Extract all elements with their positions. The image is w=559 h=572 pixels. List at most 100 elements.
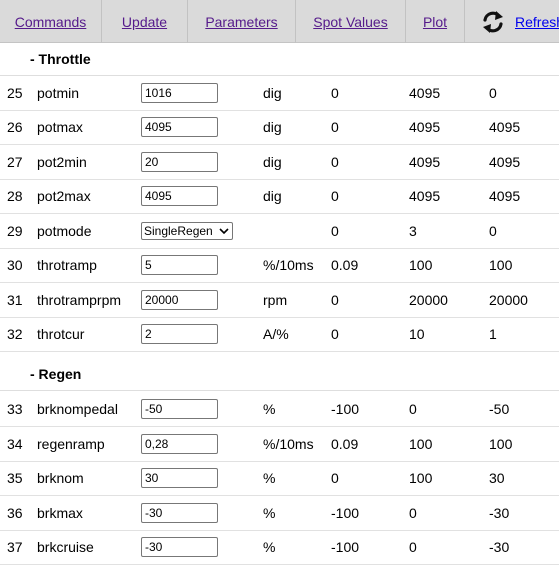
param-max: 0 (409, 401, 417, 417)
table-row: 34 regenramp %/10ms 0.09 100 100 (0, 427, 559, 462)
param-unit: A/% (263, 326, 289, 342)
param-unit: % (263, 470, 276, 486)
param-value-cell (141, 427, 218, 461)
param-name: throtramprpm (37, 292, 122, 308)
param-value-input[interactable] (141, 324, 218, 344)
nav-plot-link[interactable]: Plot (423, 14, 447, 30)
param-unit: rpm (263, 292, 288, 308)
nav-spot-values-link[interactable]: Spot Values (313, 14, 387, 30)
table-row: 32 throtcur A/% 0 10 1 (0, 317, 559, 352)
param-name: potmax (37, 119, 83, 135)
param-max: 3 (409, 223, 417, 239)
param-max: 100 (409, 257, 433, 273)
table-row: 36 brkmax% -100 0 -30 (0, 496, 559, 531)
param-value-input[interactable] (141, 290, 218, 310)
param-name: pot2min (37, 154, 87, 170)
refresh-link[interactable]: Refresh (515, 14, 559, 30)
param-id: 27 (7, 154, 23, 170)
nav-commands-link[interactable]: Commands (15, 14, 87, 30)
param-default: 4095 (489, 154, 521, 170)
param-default: -30 (489, 505, 510, 521)
table-row: 26 potmax dig 0 4095 4095 (0, 110, 559, 145)
param-name: brkcruise (37, 539, 94, 555)
table-row: 28 pot2max dig 0 4095 4095 (0, 179, 559, 214)
param-max: 100 (409, 470, 433, 486)
nav-update-link[interactable]: Update (122, 14, 167, 30)
param-default: 0 (489, 85, 497, 101)
param-max: 4095 (409, 85, 441, 101)
param-unit: dig (263, 119, 282, 135)
section-header: - Throttle (0, 42, 559, 76)
chevron-down-icon (219, 228, 229, 235)
param-name: potmode (37, 223, 92, 239)
param-value-input[interactable] (141, 83, 218, 103)
param-max: 4095 (409, 119, 441, 135)
param-id: 33 (7, 401, 23, 417)
param-max: 0 (409, 505, 417, 521)
param-max: 20000 (409, 292, 448, 308)
section-header: - Regen (0, 357, 559, 391)
param-default: -30 (489, 539, 510, 555)
nav-spot-values[interactable]: Spot Values (296, 0, 406, 43)
param-default: 100 (489, 257, 513, 273)
param-name: throtcur (37, 326, 85, 342)
nav-parameters-link[interactable]: Parameters (205, 14, 277, 30)
param-min: -100 (331, 401, 360, 417)
param-min: 0 (331, 470, 339, 486)
param-id: 26 (7, 119, 23, 135)
param-id: 37 (7, 539, 23, 555)
param-value-select[interactable]: SingleRegen (141, 222, 233, 240)
param-value-input[interactable] (141, 399, 218, 419)
param-min: 0.09 (331, 257, 359, 273)
param-name: brknom (37, 470, 84, 486)
param-value-input[interactable] (141, 117, 218, 137)
param-min: 0 (331, 154, 339, 170)
param-value-input[interactable] (141, 186, 218, 206)
param-name: brknompedal (37, 401, 118, 417)
table-row: 35 brknom% 0 100 30 (0, 461, 559, 496)
nav-parameters[interactable]: Parameters (188, 0, 296, 43)
table-row: 31 throtramprpm rpm 0 20000 20000 (0, 283, 559, 318)
table-row: 37 brkcruise% -100 0 -30 (0, 530, 559, 565)
param-value-input[interactable] (141, 537, 218, 557)
param-min: 0 (331, 223, 339, 239)
param-id: 28 (7, 188, 23, 204)
table-row: 25 potmin dig 0 4095 0 (0, 76, 559, 111)
param-id: 35 (7, 470, 23, 486)
param-default: 4095 (489, 119, 521, 135)
nav-commands[interactable]: Commands (0, 0, 102, 43)
param-min: 0 (331, 85, 339, 101)
param-name: throtramp (37, 257, 97, 273)
param-max: 4095 (409, 188, 441, 204)
param-value-selected: SingleRegen (144, 224, 213, 238)
param-default: 100 (489, 436, 513, 452)
nav-plot[interactable]: Plot (406, 0, 465, 43)
param-default: 1 (489, 326, 497, 342)
param-value-cell (141, 145, 218, 179)
nav-refresh[interactable]: Refresh (465, 0, 559, 43)
param-max: 100 (409, 436, 433, 452)
param-min: -100 (331, 539, 360, 555)
param-value-input[interactable] (141, 434, 218, 454)
param-unit: %/10ms (263, 436, 314, 452)
param-min: -100 (331, 505, 360, 521)
param-value-input[interactable] (141, 152, 218, 172)
param-name: potmin (37, 85, 80, 101)
param-value-cell (141, 496, 218, 530)
param-id: 36 (7, 505, 23, 521)
nav-update[interactable]: Update (102, 0, 188, 43)
param-value-input[interactable] (141, 255, 218, 275)
param-default: 20000 (489, 292, 528, 308)
param-min: 0 (331, 292, 339, 308)
param-max: 0 (409, 539, 417, 555)
param-unit: % (263, 505, 276, 521)
param-value-input[interactable] (141, 503, 218, 523)
param-id: 31 (7, 292, 23, 308)
refresh-icon[interactable] (479, 8, 507, 36)
param-value-input[interactable] (141, 468, 218, 488)
param-id: 29 (7, 223, 23, 239)
param-unit: dig (263, 85, 282, 101)
section-title: - Throttle (30, 50, 91, 67)
param-min: 0 (331, 119, 339, 135)
param-value-cell (141, 248, 218, 282)
